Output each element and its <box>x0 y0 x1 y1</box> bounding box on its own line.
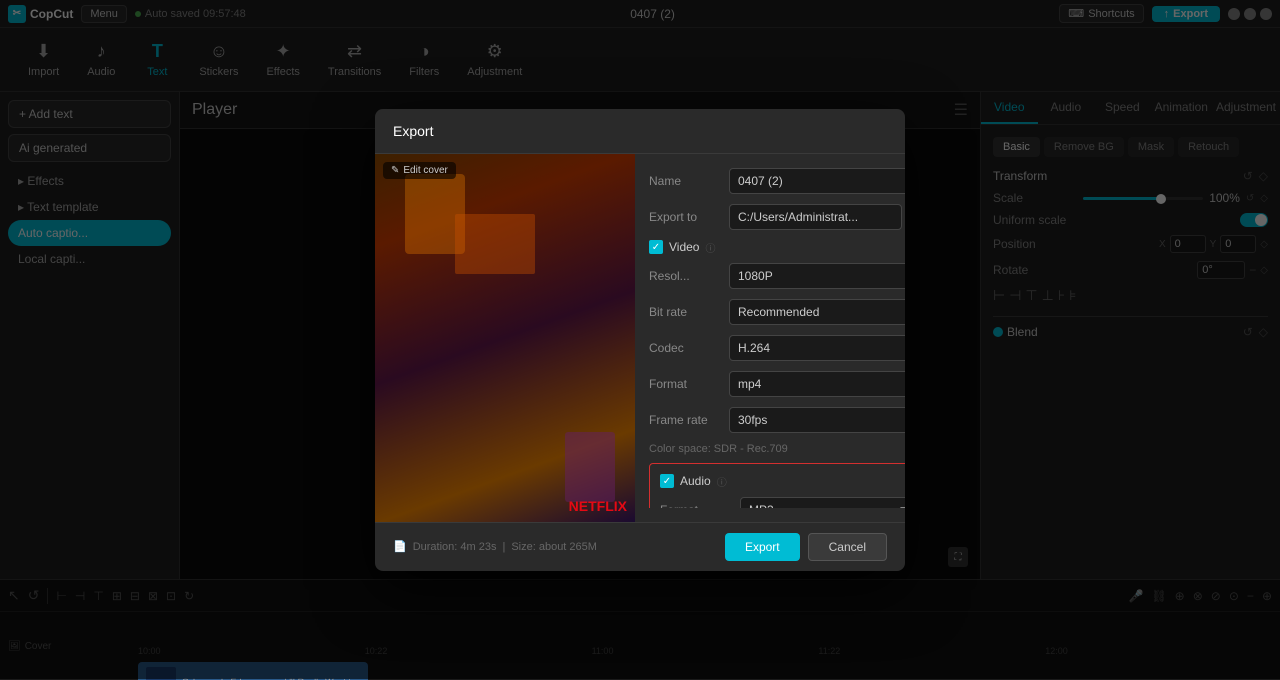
export-to-label: Export to <box>649 210 721 224</box>
cancel-button[interactable]: Cancel <box>808 533 887 561</box>
modal-body: ✎ Edit cover NETFLIX Name Export to <box>375 154 905 522</box>
bitrate-select[interactable]: Recommended <box>729 299 905 325</box>
modal-fields-scroll: Name Export to 📁 ✓ Video ⓘ <box>649 168 905 508</box>
edit-icon: ✎ <box>391 165 399 176</box>
video-section-header: ✓ Video ⓘ <box>649 240 905 255</box>
color-space-text: Color space: SDR - Rec.709 <box>649 443 905 455</box>
video-checkbox[interactable]: ✓ <box>649 240 663 254</box>
footer-buttons: Export Cancel <box>725 533 887 561</box>
modal-footer: 📄 Duration: 4m 23s | Size: about 265M Ex… <box>375 522 905 571</box>
export-modal: Export ✎ Edit cover NETFLIX <box>375 109 905 571</box>
framerate-row: Frame rate 30fps <box>649 407 905 433</box>
modal-overlay: Export ✎ Edit cover NETFLIX <box>0 0 1280 679</box>
netflix-badge: NETFLIX <box>569 498 627 514</box>
framerate-select[interactable]: 30fps <box>729 407 905 433</box>
modal-fields: Name Export to 📁 ✓ Video ⓘ <box>635 154 905 522</box>
audio-check-label[interactable]: ✓ Audio ⓘ <box>660 474 905 489</box>
film-element-3 <box>565 432 615 502</box>
duration-text: Duration: 4m 23s <box>413 541 497 553</box>
export-to-input[interactable] <box>729 204 902 230</box>
footer-info: 📄 Duration: 4m 23s | Size: about 265M <box>393 540 597 553</box>
name-row: Name <box>649 168 905 194</box>
codec-label: Codec <box>649 341 721 355</box>
format-select[interactable]: mp4 <box>729 371 905 397</box>
bitrate-label: Bit rate <box>649 305 721 319</box>
format-row: Format mp4 <box>649 371 905 397</box>
resolution-select[interactable]: 1080P <box>729 263 905 289</box>
name-input[interactable] <box>729 168 905 194</box>
name-label: Name <box>649 174 721 188</box>
size-separator: | <box>502 541 505 553</box>
film-element-2 <box>455 214 535 274</box>
resolution-row: Resol... 1080P <box>649 263 905 289</box>
video-info-icon: ⓘ <box>705 240 715 255</box>
preview-film <box>375 154 635 522</box>
audio-checkbox[interactable]: ✓ <box>660 474 674 488</box>
audio-label: Audio <box>680 474 711 488</box>
audio-info-icon: ⓘ <box>717 474 727 489</box>
modal-header: Export <box>375 109 905 154</box>
audio-section-header: ✓ Audio ⓘ <box>660 474 905 489</box>
size-text: Size: about 265M <box>511 541 597 553</box>
audio-section: ✓ Audio ⓘ Format MP3 <box>649 463 905 508</box>
codec-select[interactable]: H.264 <box>729 335 905 361</box>
edit-cover-label: Edit cover <box>403 165 447 176</box>
export-to-row: Export to 📁 <box>649 204 905 230</box>
modal-preview: ✎ Edit cover NETFLIX <box>375 154 635 522</box>
audio-format-select[interactable]: MP3 <box>740 497 905 508</box>
audio-format-row: Format MP3 <box>660 497 905 508</box>
edit-cover-button[interactable]: ✎ Edit cover <box>383 162 456 179</box>
modal-title: Export <box>393 123 433 139</box>
codec-row: Codec H.264 <box>649 335 905 361</box>
resolution-label: Resol... <box>649 269 721 283</box>
video-label: Video <box>669 240 699 254</box>
file-icon: 📄 <box>393 540 407 553</box>
export-button[interactable]: Export <box>725 533 800 561</box>
audio-format-label: Format <box>660 503 732 508</box>
video-check-label[interactable]: ✓ Video ⓘ <box>649 240 905 255</box>
framerate-label: Frame rate <box>649 413 721 427</box>
format-label: Format <box>649 377 721 391</box>
bitrate-row: Bit rate Recommended <box>649 299 905 325</box>
